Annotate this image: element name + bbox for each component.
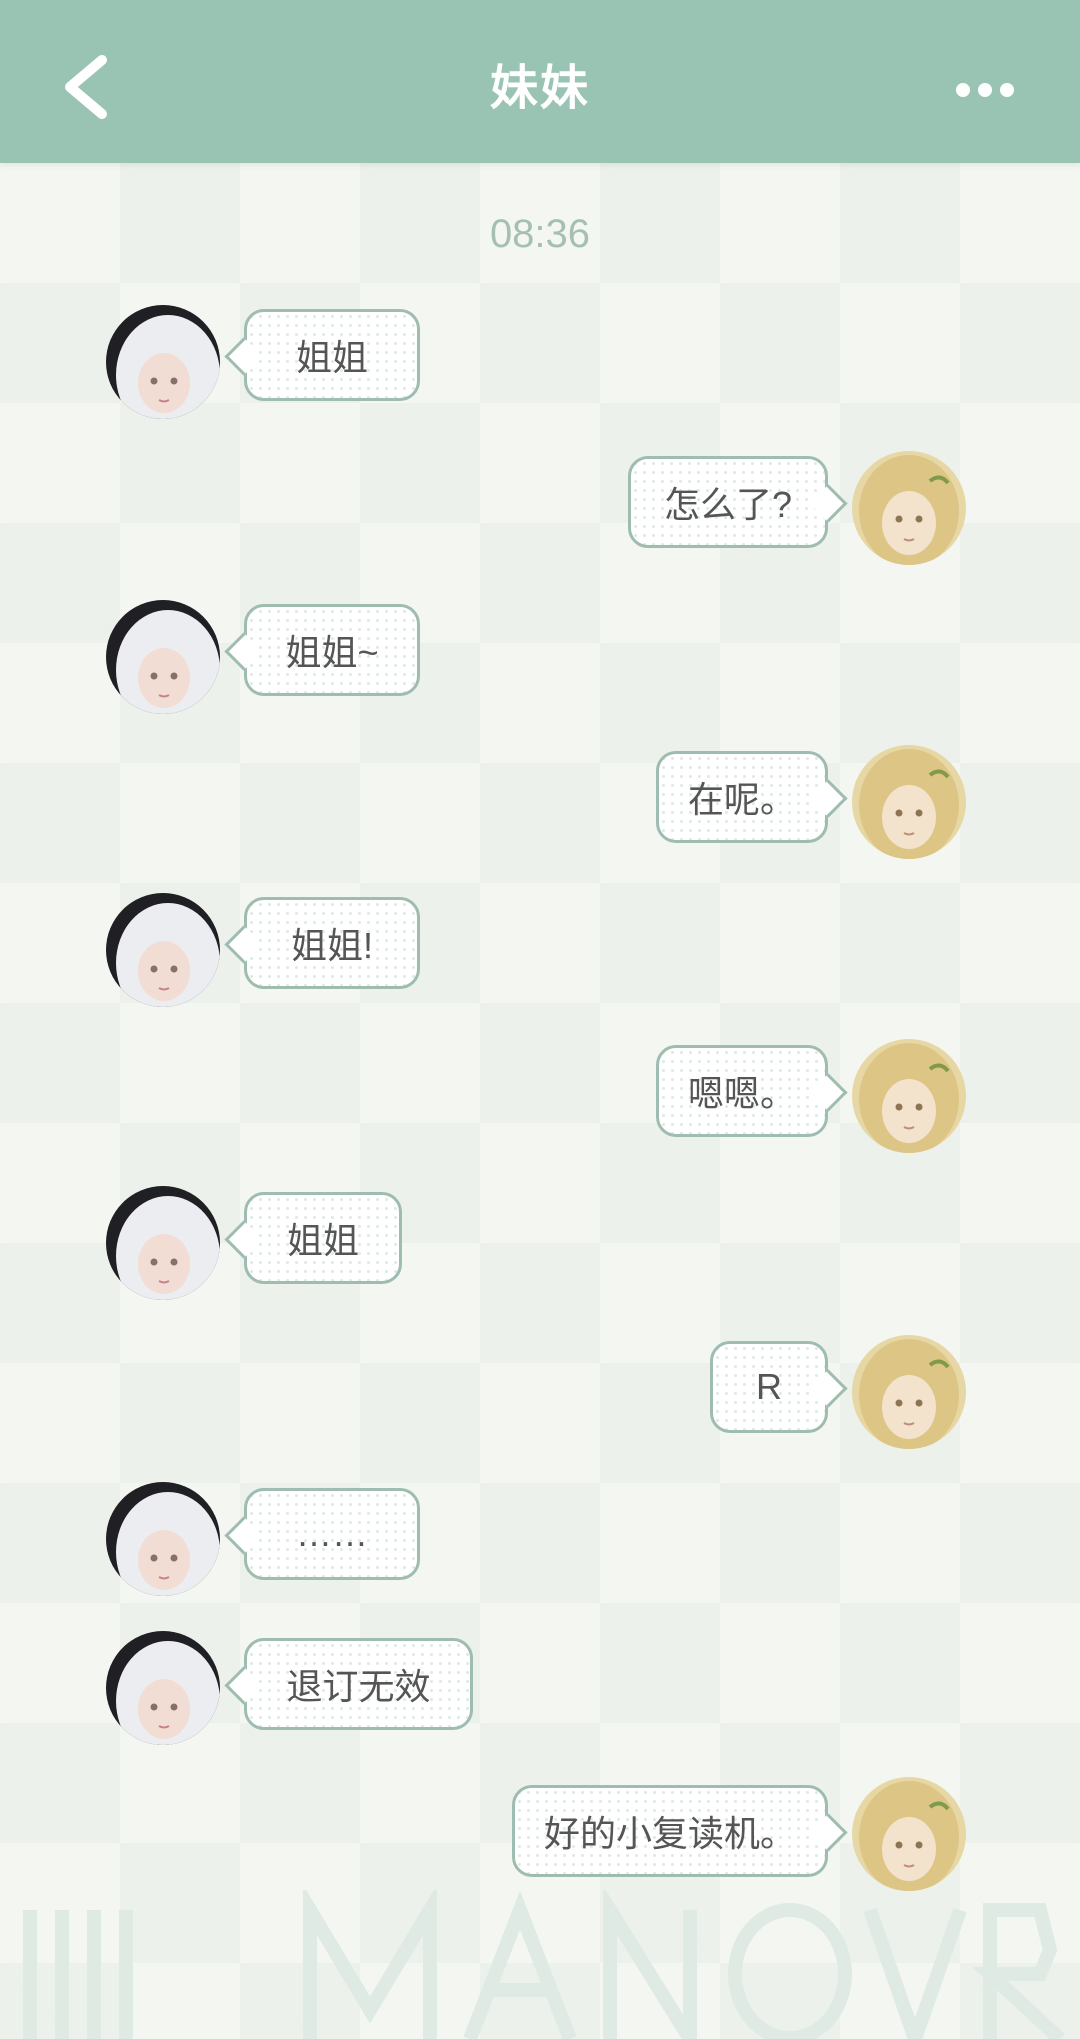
page-title: 妹妹 bbox=[489, 62, 590, 115]
message-text: 姐姐 bbox=[295, 337, 368, 378]
message-text: 姐姐~ bbox=[285, 632, 379, 673]
message-bubble[interactable]: 嗯嗯。 bbox=[656, 1045, 828, 1137]
more-button[interactable] bbox=[955, 72, 1015, 108]
message-text: 好的小复读机。 bbox=[543, 1813, 796, 1854]
avatar-sister[interactable] bbox=[106, 1631, 220, 1745]
message-text: 姐姐 bbox=[286, 1220, 359, 1261]
message-bubble[interactable]: 怎么了? bbox=[628, 456, 828, 548]
avatar-sister[interactable] bbox=[106, 1186, 220, 1300]
message-text: 怎么了? bbox=[663, 484, 793, 525]
message-bubble[interactable]: 姐姐~ bbox=[244, 604, 420, 696]
avatar-me[interactable] bbox=[852, 1777, 966, 1891]
message-bubble[interactable]: 姐姐! bbox=[244, 897, 420, 989]
message-bubble[interactable]: 姐姐 bbox=[244, 309, 420, 401]
message-text: 姐姐! bbox=[290, 925, 373, 966]
message-bubble[interactable]: …… bbox=[244, 1488, 420, 1580]
message-bubble[interactable]: 退订无效 bbox=[244, 1638, 473, 1730]
more-horizontal-icon bbox=[956, 83, 1014, 97]
avatar-sister[interactable] bbox=[106, 1482, 220, 1596]
avatar-sister[interactable] bbox=[106, 305, 220, 419]
message-text: 退订无效 bbox=[286, 1666, 431, 1707]
chat-timestamp: 08:36 bbox=[489, 212, 591, 256]
message-bubble[interactable]: 姐姐 bbox=[244, 1192, 402, 1284]
avatar-me[interactable] bbox=[852, 745, 966, 859]
message-bubble[interactable]: 在呢。 bbox=[656, 751, 828, 843]
message-bubble[interactable]: 好的小复读机。 bbox=[512, 1785, 828, 1877]
background-watermark bbox=[0, 1890, 1080, 2039]
chevron-left-icon bbox=[65, 55, 107, 119]
message-text: 在呢。 bbox=[687, 779, 796, 820]
chat-header: 妹妹 bbox=[0, 0, 1080, 163]
message-text: …… bbox=[296, 1513, 368, 1554]
avatar-me[interactable] bbox=[852, 1335, 966, 1449]
message-text: R bbox=[756, 1366, 782, 1407]
message-bubble[interactable]: R bbox=[710, 1341, 828, 1433]
avatar-me[interactable] bbox=[852, 451, 966, 565]
avatar-sister[interactable] bbox=[106, 600, 220, 714]
avatar-sister[interactable] bbox=[106, 893, 220, 1007]
message-text: 嗯嗯。 bbox=[687, 1073, 796, 1114]
avatar-me[interactable] bbox=[852, 1039, 966, 1153]
back-button[interactable] bbox=[58, 52, 118, 122]
